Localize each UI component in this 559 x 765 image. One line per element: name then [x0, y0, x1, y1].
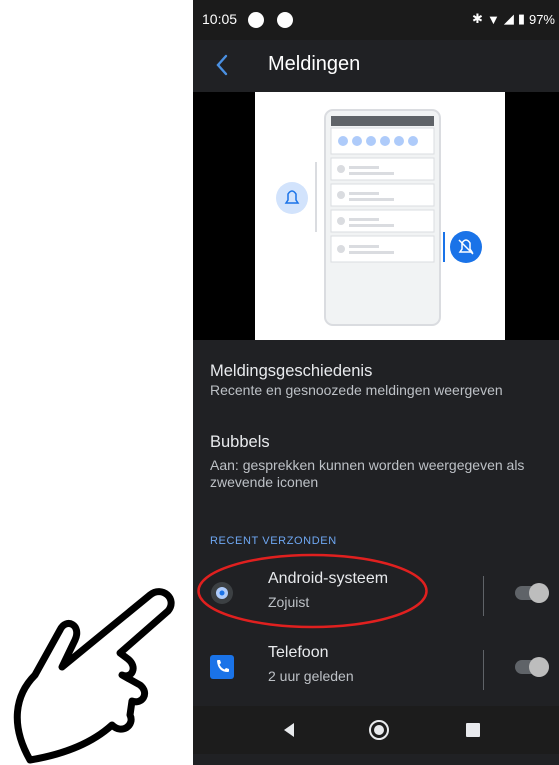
- setting-subtitle: Aan: gesprekken kunnen worden weergegeve…: [210, 457, 525, 490]
- nav-recents-icon[interactable]: [461, 718, 485, 742]
- status-time: 10:05: [202, 11, 238, 27]
- status-bar: 10:05 ✱ ▼ ◢ ▮ 97%: [193, 0, 559, 40]
- nav-home-icon[interactable]: [367, 718, 391, 742]
- highlight-circle: [197, 553, 428, 629]
- section-header-recent: RECENT VERZONDEN: [210, 535, 337, 547]
- setting-subtitle: Recente en gesnoozede meldingen weergeve…: [210, 382, 503, 398]
- app-time: 2 uur geleden: [268, 668, 354, 684]
- pointing-hand-icon: [13, 588, 175, 764]
- app-bar: Meldingen: [193, 40, 559, 92]
- back-arrow-icon[interactable]: [208, 50, 238, 80]
- notification-toggle[interactable]: [515, 583, 549, 603]
- hero-illustration: [193, 92, 559, 340]
- battery-icon: ▮: [517, 11, 525, 26]
- navigation-bar: [193, 706, 559, 754]
- notification-dot-icon: [248, 12, 264, 28]
- status-right: ✱ ▼ ◢ ▮ 97%: [472, 11, 555, 27]
- notification-toggle[interactable]: [515, 657, 549, 677]
- app-name: Telefoon: [268, 644, 329, 661]
- illustration-card: [255, 92, 505, 340]
- bluetooth-icon: ✱: [472, 11, 483, 26]
- signal-icon: ◢: [503, 11, 514, 26]
- battery-level: 97%: [528, 11, 555, 27]
- divider: [483, 650, 484, 690]
- recent-app-row[interactable]: Telefoon 2 uur geleden: [193, 636, 559, 700]
- setting-bubbles[interactable]: Bubbels Aan: gesprekken kunnen worden we…: [193, 420, 559, 520]
- setting-notification-history[interactable]: Meldingsgeschiedenis Recente en gesnooze…: [193, 340, 559, 420]
- nav-back-icon[interactable]: [277, 718, 301, 742]
- phone-screen: 10:05 ✱ ▼ ◢ ▮ 97% Meldingen Meldingsgesc…: [193, 0, 559, 765]
- page-title: Meldingen: [268, 53, 361, 75]
- divider: [483, 576, 484, 616]
- setting-title: Meldingsgeschiedenis: [210, 362, 373, 380]
- data-saver-icon: [277, 12, 293, 28]
- notifications-illustration: [276, 109, 482, 326]
- wifi-icon: ▼: [486, 11, 500, 27]
- setting-title: Bubbels: [210, 433, 270, 451]
